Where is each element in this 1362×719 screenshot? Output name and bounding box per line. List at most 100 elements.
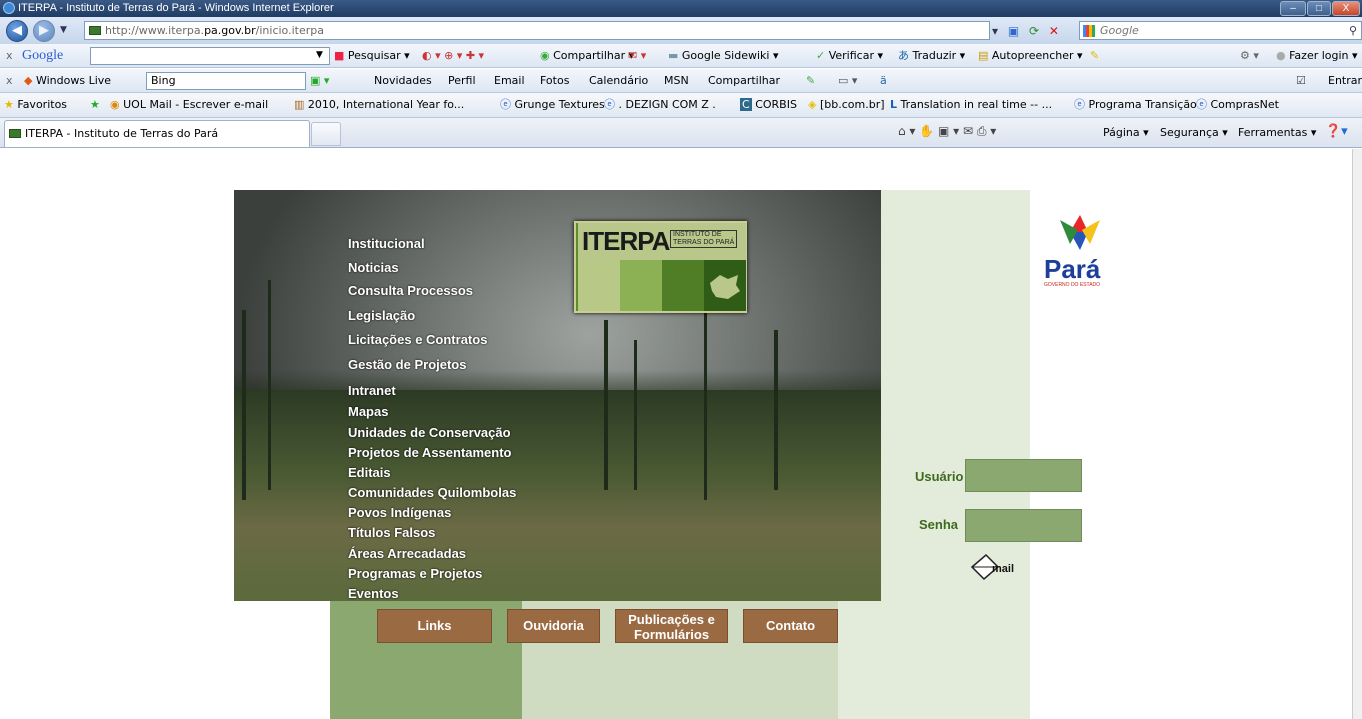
favorite-item-dezign[interactable]: ⓔ . DEZIGN COM Z . <box>604 93 716 117</box>
ie-page-icon: ⓔ <box>604 98 615 111</box>
toolbar-extra-icons[interactable]: ◐ ▾ ⊕ ▾ ✚ ▾ <box>422 44 484 67</box>
refresh-icon[interactable]: ⟳ <box>1029 24 1039 38</box>
favorites-button[interactable]: ★ Favoritos <box>4 93 67 117</box>
toolbar-item-traduzir[interactable]: あ Traduzir ▾ <box>898 44 965 67</box>
tab-iterpa[interactable]: ITERPA - Instituto de Terras do Pará <box>4 120 310 147</box>
minimize-button[interactable]: – <box>1280 1 1306 16</box>
bing-search-input[interactable]: Bing <box>146 72 306 90</box>
corbis-icon: C <box>740 98 752 111</box>
blog-icon[interactable]: ✎ <box>806 69 815 92</box>
autopreencher-label: Autopreencher ▾ <box>991 49 1083 62</box>
help-icon[interactable]: ❓▾ <box>1325 124 1348 139</box>
favorite-item-programa[interactable]: ⓔ Programa Transição <box>1074 93 1197 117</box>
url-dropdown-icon[interactable]: ▾ <box>992 24 998 38</box>
close-live-toolbar-icon[interactable]: x <box>6 69 13 92</box>
window-icon[interactable]: ▭ ▾ <box>838 69 857 92</box>
menu-editais[interactable]: Editais <box>348 465 391 480</box>
contato-button[interactable]: Contato <box>743 609 838 643</box>
mail-link[interactable]: mail <box>970 551 1022 591</box>
command-seguranca[interactable]: Segurança ▾ <box>1160 126 1228 139</box>
user-input[interactable] <box>965 459 1082 492</box>
unesco-icon: ▥ <box>294 98 305 111</box>
tree-trunk <box>634 340 637 490</box>
menu-povos-indigenas[interactable]: Povos Indígenas <box>348 505 451 520</box>
toolbar-item-compartilhar[interactable]: ◉ Compartilhar ▾ <box>540 44 634 67</box>
menu-consulta-processos[interactable]: Consulta Processos <box>348 283 473 298</box>
para-government-logo[interactable]: Pará GOVERNO DO ESTADO <box>1040 210 1120 290</box>
favorite-item-year[interactable]: ▥ 2010, International Year fo... <box>294 93 464 117</box>
translator-icon[interactable]: ä <box>880 69 887 92</box>
publicacoes-button[interactable]: Publicações e Formulários <box>615 609 728 643</box>
add-favorite-icon[interactable]: ★ <box>90 93 100 117</box>
checkbox-icon[interactable]: ☑ <box>1296 69 1306 92</box>
google-search-provider-icon <box>1083 25 1095 37</box>
live-item-perfil[interactable]: Perfil <box>448 69 476 92</box>
live-item-compartilhar[interactable]: Compartilhar <box>708 69 780 92</box>
back-button[interactable]: ◀ <box>6 20 28 42</box>
new-tab-button[interactable] <box>311 122 341 146</box>
live-item-fotos[interactable]: Fotos <box>540 69 569 92</box>
vertical-scrollbar[interactable] <box>1352 149 1362 719</box>
google-search-input[interactable] <box>90 47 330 65</box>
menu-intranet[interactable]: Intranet <box>348 383 396 398</box>
menu-titulos-falsos[interactable]: Títulos Falsos <box>348 525 435 540</box>
toolbar-item-verificar[interactable]: ✓ Verificar ▾ <box>816 44 883 67</box>
google-search-dropdown-icon[interactable]: ▼ <box>316 44 323 67</box>
links-button[interactable]: Links <box>377 609 492 643</box>
stop-icon[interactable]: ✕ <box>1049 24 1059 38</box>
windows-live-toolbar: x ◆ Windows Live Bing ▣ ▾ Novidades Perf… <box>0 69 1362 93</box>
favorite-item-comprasnet[interactable]: ⓔ ComprasNet <box>1196 93 1279 117</box>
search-box[interactable]: Google ⚲ <box>1079 21 1362 40</box>
menu-institucional[interactable]: Institucional <box>348 236 425 251</box>
menu-mapas[interactable]: Mapas <box>348 404 388 419</box>
menu-unidades-conservacao[interactable]: Unidades de Conservação <box>348 425 511 440</box>
menu-comunidades-quilombolas[interactable]: Comunidades Quilombolas <box>348 485 516 500</box>
menu-projetos-assentamento[interactable]: Projetos de Assentamento <box>348 445 512 460</box>
menu-noticias[interactable]: Noticias <box>348 260 399 275</box>
live-item-email[interactable]: Email <box>494 69 525 92</box>
menu-areas-arrecadadas[interactable]: Áreas Arrecadadas <box>348 546 466 561</box>
live-item-msn[interactable]: MSN <box>664 69 689 92</box>
verificar-label: Verificar ▾ <box>828 49 883 62</box>
command-icons[interactable]: ⌂ ▾ ✋ ▣ ▾ ✉ ⎙ ▾ <box>898 124 996 139</box>
search-icon[interactable]: ⚲ <box>1349 22 1357 39</box>
menu-licitacoes-contratos[interactable]: Licitações e Contratos <box>348 332 487 347</box>
close-toolbar-icon[interactable]: x <box>6 44 13 67</box>
toolbar-item-pesquisar[interactable]: ■ Pesquisar ▾ <box>334 44 410 67</box>
favorite-item-grunge[interactable]: ⓔ Grunge Textures <box>500 93 605 117</box>
traduzir-label: Traduzir ▾ <box>912 49 966 62</box>
live-item-novidades[interactable]: Novidades <box>374 69 432 92</box>
ouvidoria-button[interactable]: Ouvidoria <box>507 609 600 643</box>
google-login-link[interactable]: ● Fazer login ▾ <box>1276 44 1358 67</box>
settings-wrench-icon[interactable]: ⚙ ▾ <box>1240 44 1259 67</box>
maximize-button[interactable]: □ <box>1307 1 1331 16</box>
address-input[interactable]: http://www.iterpa.pa.gov.br/inicio.iterp… <box>84 21 990 40</box>
menu-eventos[interactable]: Eventos <box>348 586 399 601</box>
favorite-item-corbis[interactable]: C CORBIS <box>740 93 797 117</box>
login-label: Fazer login ▾ <box>1289 49 1358 62</box>
menu-programas-projetos[interactable]: Programas e Projetos <box>348 566 482 581</box>
password-label: Senha <box>919 517 959 532</box>
close-button[interactable]: X <box>1332 1 1360 16</box>
menu-gestao-projetos[interactable]: Gestão de Projetos <box>348 357 466 372</box>
bookmark-icon[interactable]: ✉ ▾ <box>628 44 646 67</box>
bing-search-button-icon[interactable]: ▣ ▾ <box>310 69 329 92</box>
live-item-calendario[interactable]: Calendário <box>589 69 648 92</box>
forward-button[interactable]: ▶ <box>33 20 55 42</box>
command-ferramentas[interactable]: Ferramentas ▾ <box>1238 126 1316 139</box>
bing-search-value: Bing <box>151 74 176 87</box>
history-dropdown-icon[interactable]: ▼ <box>60 25 67 35</box>
favorite-item-uol[interactable]: ◉ UOL Mail - Escrever e-mail <box>110 93 268 117</box>
toolbar-item-autopreencher[interactable]: ▤ Autopreencher ▾ <box>978 44 1083 67</box>
favorite-item-bb[interactable]: ◈ [bb.com.br] <box>808 93 885 117</box>
compat-view-icon[interactable]: ▣ <box>1008 24 1019 38</box>
compartilhar-label: Compartilhar ▾ <box>553 49 635 62</box>
menu-legislacao[interactable]: Legislação <box>348 308 415 323</box>
highlighter-icon[interactable]: ✎ <box>1090 44 1099 67</box>
command-pagina[interactable]: Página ▾ <box>1103 126 1149 139</box>
toolbar-item-sidewiki[interactable]: ▬ Google Sidewiki ▾ <box>668 44 778 67</box>
iterpa-logo[interactable]: ITERPA INSTITUTO DE TERRAS DO PARÁ <box>574 221 747 313</box>
favorite-item-translation[interactable]: L Translation in real time -- ... <box>890 93 1052 117</box>
password-input[interactable] <box>965 509 1082 542</box>
live-signin-link[interactable]: Entrar <box>1328 69 1362 92</box>
